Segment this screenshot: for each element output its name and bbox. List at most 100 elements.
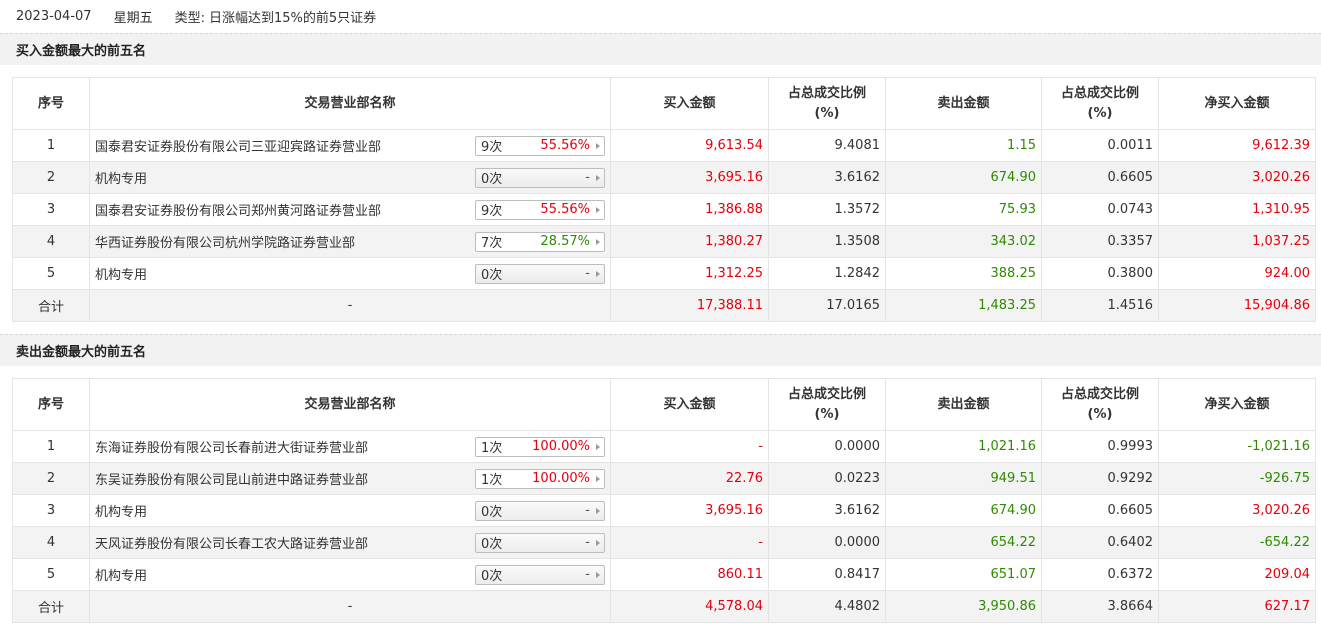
branch-stats-dropdown[interactable]: 9次 55.56% xyxy=(475,135,605,156)
listing-count: 1次 xyxy=(481,441,503,456)
net-buy-amount: 3,020.26 xyxy=(1158,161,1316,194)
branch-name-wrap: 东吴证券股份有限公司昆山前进中路证券营业部 1次 100.00% xyxy=(95,468,605,489)
table-row: 1 东海证券股份有限公司长春前进大街证券营业部 1次 100.00% -0.0000 1,… xyxy=(12,430,1316,463)
buy-amount: 9,613.54 xyxy=(610,129,769,162)
col-header-buy-amount: 买入金额 xyxy=(610,378,769,431)
table-header-row: 序号 交易营业部名称 买入金额 占总成交比例 (%) 卖出金额 占总成交比例 (%)… xyxy=(12,378,1316,431)
net-buy-amount: 1,037.25 xyxy=(1158,225,1316,258)
row-index: 3 xyxy=(12,193,90,226)
branch-name-link[interactable]: 华西证券股份有限公司杭州学院路证券营业部 xyxy=(95,232,355,251)
success-rate: 100.00% xyxy=(532,471,590,486)
branch-name-cell: 机构专用 0次 - xyxy=(89,161,611,194)
total-sell-ratio: 3.8664 xyxy=(1041,590,1159,623)
caret-right-icon xyxy=(596,539,600,546)
sell-ratio: 0.9993 xyxy=(1041,430,1159,463)
branch-stats-dropdown[interactable]: 1次 100.00% xyxy=(475,468,605,489)
table-row: 3 国泰君安证券股份有限公司郑州黄河路证券营业部 9次 55.56% 1,386.88 1… xyxy=(12,193,1316,226)
sell-amount: 654.22 xyxy=(885,526,1042,559)
branch-stats-dropdown[interactable]: 0次 - xyxy=(475,564,605,585)
branch-stats-dropdown[interactable]: 0次 - xyxy=(475,532,605,553)
table-row: 2 机构专用 0次 - 3,695.16 3.6162 674.90 0.6605 3,020.… xyxy=(12,161,1316,194)
col-header-sell-ratio: 占总成交比例 (%) xyxy=(1041,77,1159,130)
buy-ratio: 3.6162 xyxy=(768,161,886,194)
branch-name-cell: 天风证券股份有限公司长春工农大路证券营业部 0次 - xyxy=(89,526,611,559)
branch-name-wrap: 天风证券股份有限公司长春工农大路证券营业部 0次 - xyxy=(95,532,605,553)
success-rate: - xyxy=(585,170,590,185)
total-branch-placeholder: - xyxy=(89,289,611,322)
caret-right-icon xyxy=(596,174,600,181)
sell-amount: 651.07 xyxy=(885,558,1042,591)
branch-name-link[interactable]: 机构专用 xyxy=(95,565,147,584)
buy-ratio: 9.4081 xyxy=(768,129,886,162)
net-buy-amount: 3,020.26 xyxy=(1158,494,1316,527)
col-header-buy-amount: 买入金额 xyxy=(610,77,769,130)
col-header-buy-ratio: 占总成交比例 (%) xyxy=(768,77,886,130)
row-index: 2 xyxy=(12,462,90,495)
buy-amount: 1,380.27 xyxy=(610,225,769,258)
branch-stats-dropdown[interactable]: 0次 - xyxy=(475,263,605,284)
success-rate: 100.00% xyxy=(532,439,590,454)
sell-top5-table: 序号 交易营业部名称 买入金额 占总成交比例 (%) 卖出金额 占总成交比例 (%)… xyxy=(12,378,1316,623)
net-buy-amount: 209.04 xyxy=(1158,558,1316,591)
buy-amount: - xyxy=(610,526,769,559)
table-row: 1 国泰君安证券股份有限公司三亚迎宾路证券营业部 9次 55.56% 9,613.54 9… xyxy=(12,129,1316,162)
total-sell-amount: 3,950.86 xyxy=(885,590,1042,623)
branch-name-wrap: 机构专用 0次 - xyxy=(95,500,605,521)
branch-stats-dropdown[interactable]: 7次 28.57% xyxy=(475,231,605,252)
top-info-bar: 2023-04-07 星期五 类型: 日涨幅达到15%的前5只证券 xyxy=(0,0,1321,32)
branch-name-cell: 东海证券股份有限公司长春前进大街证券营业部 1次 100.00% xyxy=(89,430,611,463)
listing-count: 0次 xyxy=(481,505,503,520)
caret-right-icon xyxy=(596,443,600,450)
buy-ratio: 0.0000 xyxy=(768,430,886,463)
buy-ratio: 1.3572 xyxy=(768,193,886,226)
col-header-buy-ratio: 占总成交比例 (%) xyxy=(768,378,886,431)
branch-name-link[interactable]: 国泰君安证券股份有限公司郑州黄河路证券营业部 xyxy=(95,200,381,219)
sell-amount: 1.15 xyxy=(885,129,1042,162)
listing-count: 0次 xyxy=(481,537,503,552)
branch-name-link[interactable]: 东吴证券股份有限公司昆山前进中路证券营业部 xyxy=(95,469,368,488)
branch-name-cell: 东吴证券股份有限公司昆山前进中路证券营业部 1次 100.00% xyxy=(89,462,611,495)
col-header-sell-ratio-line1: 占总成交比例 xyxy=(1060,85,1139,101)
success-rate: 55.56% xyxy=(540,202,590,217)
branch-name-link[interactable]: 国泰君安证券股份有限公司三亚迎宾路证券营业部 xyxy=(95,136,381,155)
col-header-index: 序号 xyxy=(12,77,90,130)
sell-ratio: 0.6605 xyxy=(1041,494,1159,527)
buy-section-title: 买入金额最大的前五名 xyxy=(0,33,1321,65)
branch-name-wrap: 国泰君安证券股份有限公司三亚迎宾路证券营业部 9次 55.56% xyxy=(95,135,605,156)
col-header-sell-amount: 卖出金额 xyxy=(885,378,1042,431)
branch-name-link[interactable]: 机构专用 xyxy=(95,168,147,187)
listing-count: 0次 xyxy=(481,569,503,584)
col-header-buy-ratio-line2: (%) xyxy=(814,105,840,121)
listing-count: 1次 xyxy=(481,473,503,488)
total-buy-ratio: 17.0165 xyxy=(768,289,886,322)
row-index: 3 xyxy=(12,494,90,527)
branch-name-link[interactable]: 机构专用 xyxy=(95,264,147,283)
buy-amount: - xyxy=(610,430,769,463)
table-row: 3 机构专用 0次 - 3,695.16 3.6162 674.90 0.6605 3,020.… xyxy=(12,494,1316,527)
col-header-sell-amount: 卖出金额 xyxy=(885,77,1042,130)
table-row: 2 东吴证券股份有限公司昆山前进中路证券营业部 1次 100.00% 22.76 0.02… xyxy=(12,462,1316,495)
net-buy-amount: 1,310.95 xyxy=(1158,193,1316,226)
branch-name-link[interactable]: 天风证券股份有限公司长春工农大路证券营业部 xyxy=(95,533,368,552)
branch-name-cell: 机构专用 0次 - xyxy=(89,257,611,290)
branch-stats-dropdown[interactable]: 9次 55.56% xyxy=(475,199,605,220)
caret-right-icon xyxy=(596,270,600,277)
col-header-buy-ratio-line2: (%) xyxy=(814,406,840,422)
total-row: 合计 -4,578.04 4.4802 3,950.86 3.8664 627.17 xyxy=(12,590,1316,623)
success-rate: 55.56% xyxy=(540,138,590,153)
success-rate: - xyxy=(585,567,590,582)
branch-name-wrap: 华西证券股份有限公司杭州学院路证券营业部 7次 28.57% xyxy=(95,231,605,252)
branch-stats-dropdown[interactable]: 1次 100.00% xyxy=(475,436,605,457)
buy-amount: 3,695.16 xyxy=(610,494,769,527)
branch-name-link[interactable]: 东海证券股份有限公司长春前进大街证券营业部 xyxy=(95,437,368,456)
sell-amount: 949.51 xyxy=(885,462,1042,495)
col-header-net-buy: 净买入金额 xyxy=(1158,378,1316,431)
branch-stats-dropdown[interactable]: 0次 - xyxy=(475,167,605,188)
branch-name-wrap: 机构专用 0次 - xyxy=(95,263,605,284)
branch-stats-dropdown[interactable]: 0次 - xyxy=(475,500,605,521)
total-label: 合计 xyxy=(12,289,90,322)
branch-name-link[interactable]: 机构专用 xyxy=(95,501,147,520)
table-row: 4 天风证券股份有限公司长春工农大路证券营业部 0次 - -0.0000 654.22 0.… xyxy=(12,526,1316,559)
caret-right-icon xyxy=(596,142,600,149)
branch-name-cell: 华西证券股份有限公司杭州学院路证券营业部 7次 28.57% xyxy=(89,225,611,258)
